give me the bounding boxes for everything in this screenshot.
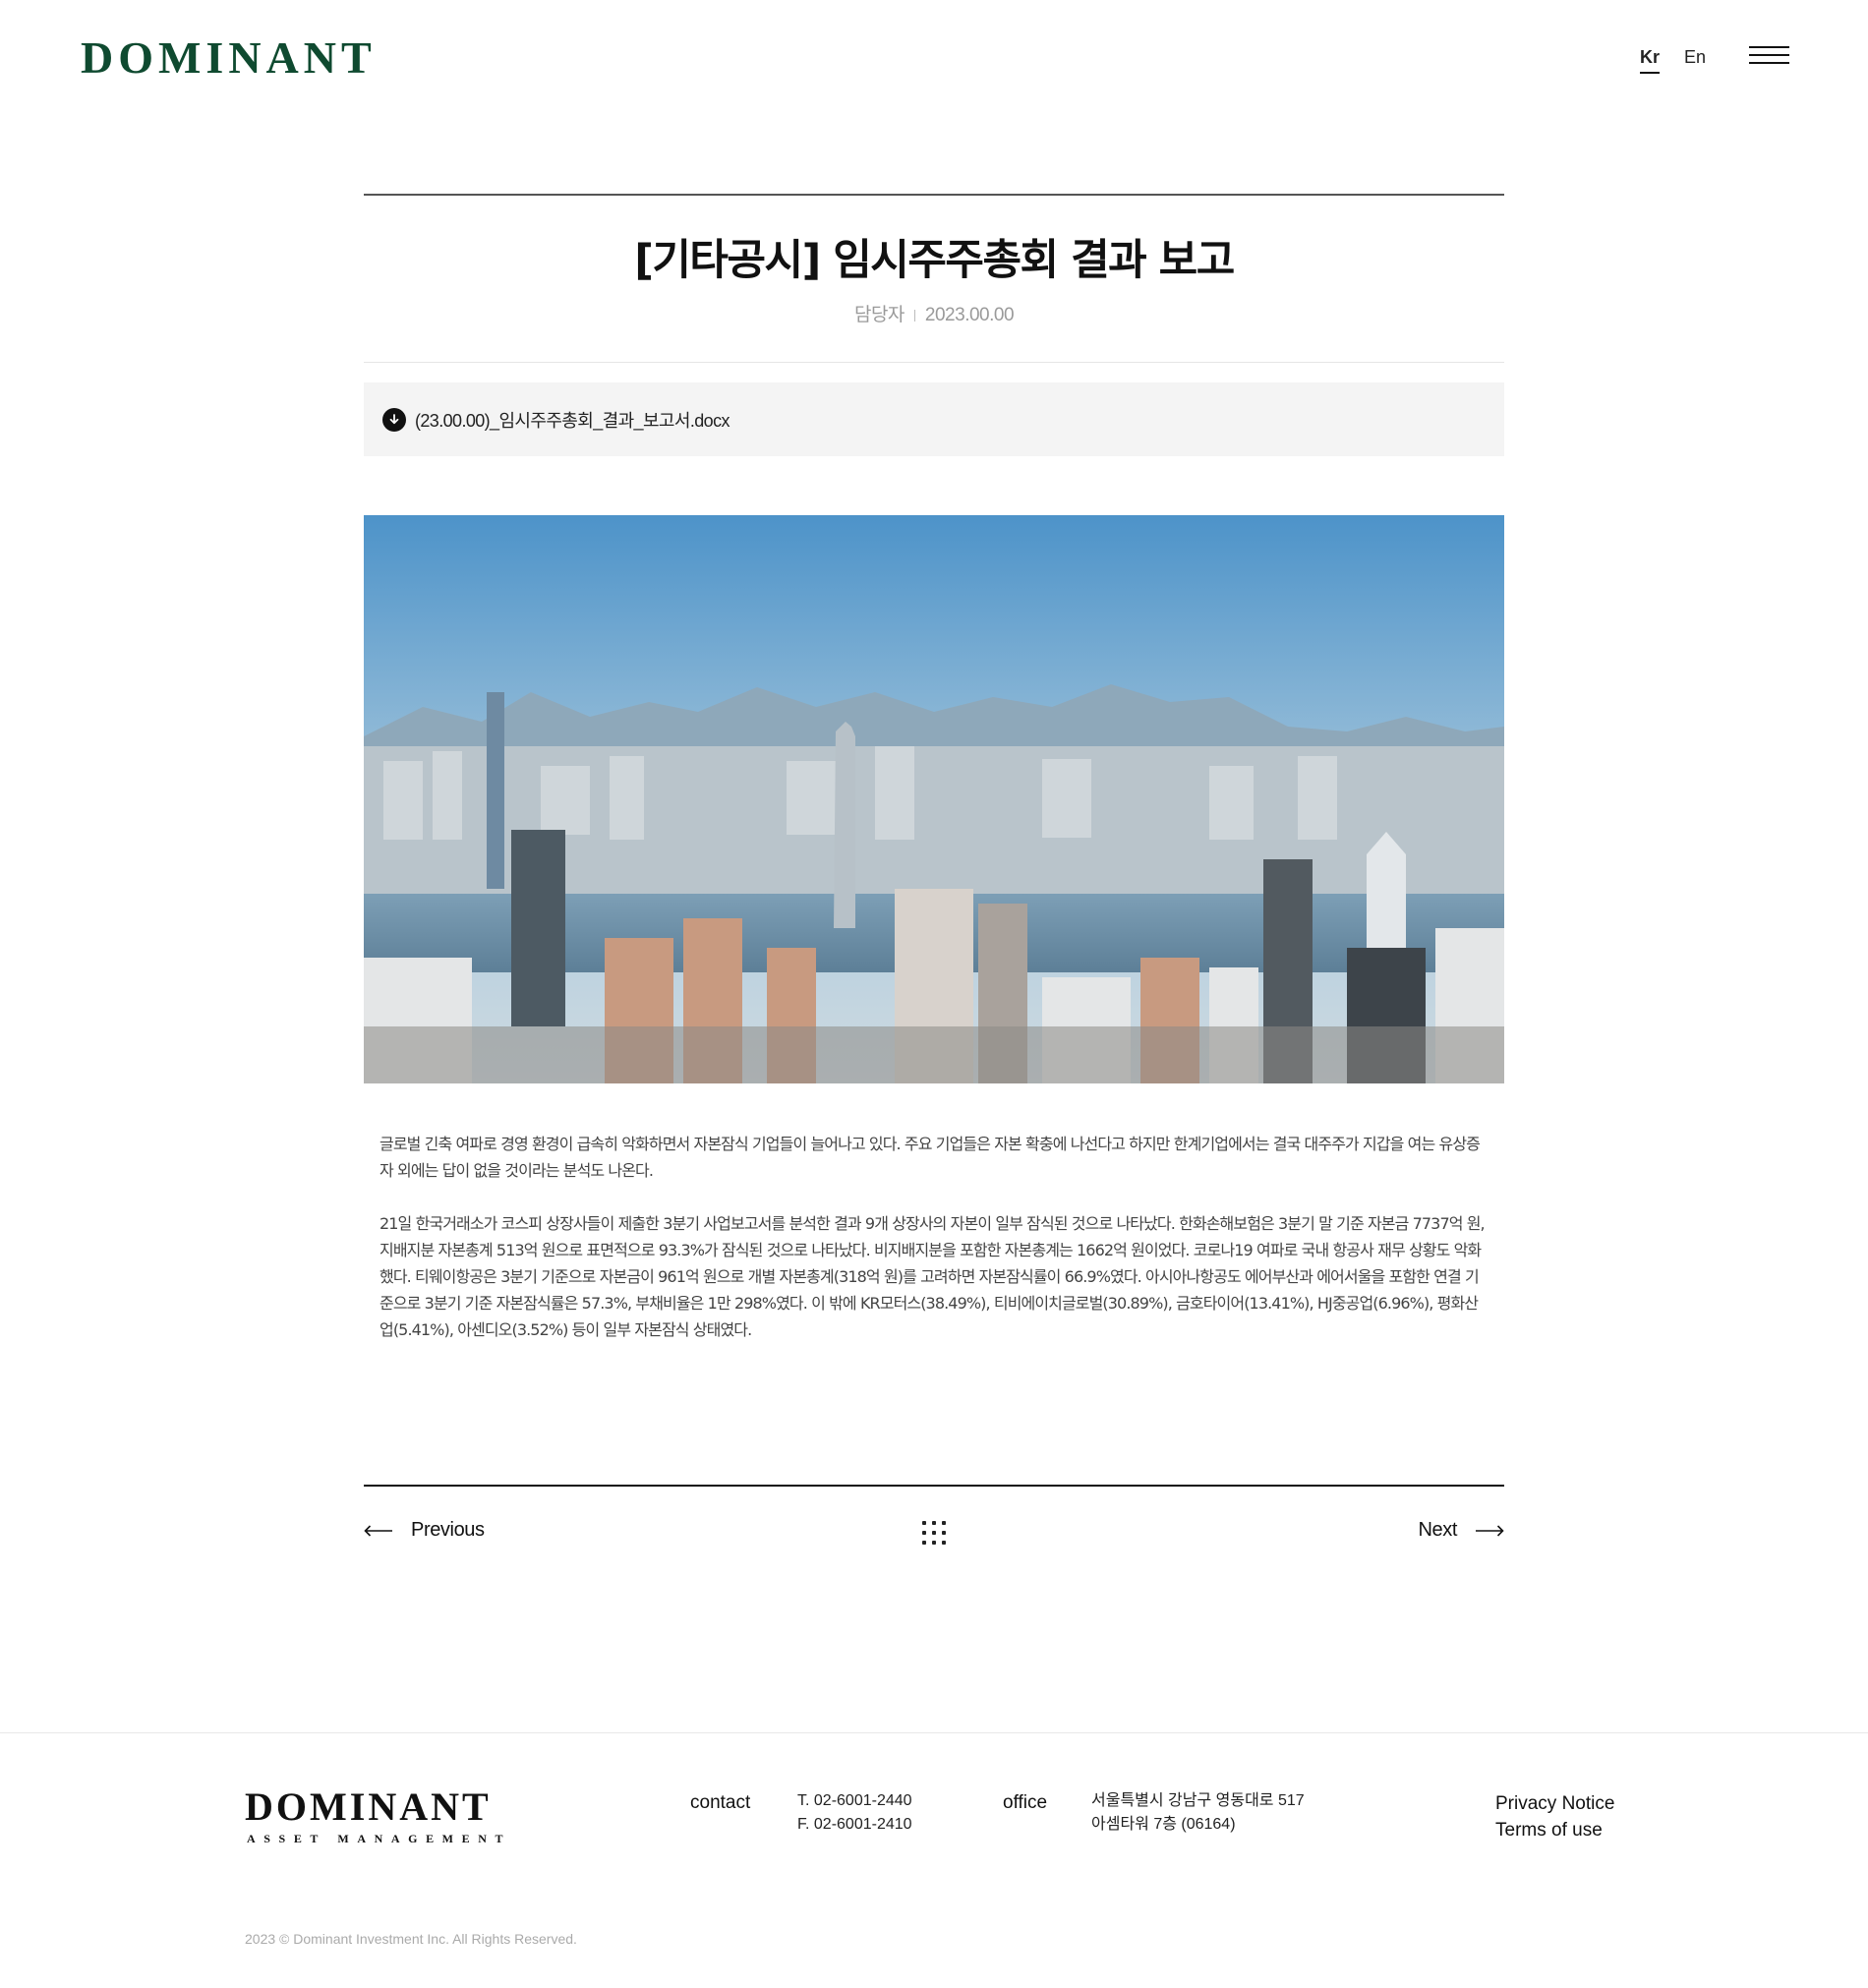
- attachment-filename-link[interactable]: (23.00.00)_임시주주총회_결과_보고서.docx: [415, 407, 730, 433]
- terms-of-use-link[interactable]: Terms of use: [1495, 1817, 1614, 1843]
- article-paragraph-1: 글로벌 긴축 여파로 경영 환경이 급속히 악화하면서 자본잠식 기업들이 늘어…: [379, 1135, 1481, 1180]
- post-navigation: Previous Next: [364, 1485, 1504, 1563]
- footer-fax: F. 02-6001-2410: [797, 1816, 912, 1833]
- article-author: 담당자: [853, 305, 905, 325]
- footer-links: Privacy Notice Terms of use: [1495, 1790, 1614, 1843]
- article-body: 글로벌 긴축 여파로 경영 환경이 급속히 악화하면서 자본잠식 기업들이 늘어…: [364, 1131, 1504, 1343]
- site-footer: DOMINANT ASSET MANAGEMENT contact T. 02-…: [0, 1732, 1868, 1988]
- lang-kr-link[interactable]: Kr: [1640, 47, 1661, 74]
- article-title: [기타공시] 임시주주총회 결과 보고: [634, 236, 1235, 285]
- copyright-text: 2023 © Dominant Investment Inc. All Righ…: [245, 1931, 577, 1947]
- footer-contact-label: contact: [690, 1792, 751, 1813]
- article-image: [364, 515, 1504, 1083]
- article: [기타공시] 임시주주총회 결과 보고 담당자 2023.00.00 (23.00…: [364, 194, 1504, 1343]
- lang-en-link[interactable]: En: [1684, 47, 1706, 68]
- hamburger-menu-icon[interactable]: [1749, 46, 1789, 66]
- next-button[interactable]: Next: [1418, 1519, 1504, 1542]
- site-logo[interactable]: DOMINANT: [81, 33, 377, 83]
- grid-list-icon[interactable]: [922, 1521, 946, 1545]
- article-meta: 담당자 2023.00.00: [364, 300, 1504, 326]
- next-label: Next: [1418, 1519, 1457, 1541]
- previous-button[interactable]: Previous: [364, 1519, 485, 1542]
- article-paragraph-2: 21일 한국거래소가 코스피 상장사들이 제출한 3분기 사업보고서를 분석한 …: [379, 1214, 1486, 1339]
- footer-logo-subtitle: ASSET MANAGEMENT: [247, 1832, 512, 1845]
- download-icon[interactable]: [382, 407, 406, 432]
- article-top-divider: [364, 194, 1504, 196]
- previous-label: Previous: [411, 1519, 485, 1541]
- footer-logo[interactable]: DOMINANT: [245, 1786, 492, 1828]
- footer-address: 서울특별시 강남구 영동대로 517 아셈타워 7층 (06164): [1091, 1789, 1305, 1837]
- footer-address-line1: 서울특별시 강남구 영동대로 517: [1091, 1792, 1305, 1809]
- footer-address-line2: 아셈타워 7층 (06164): [1091, 1816, 1236, 1833]
- article-date: 2023.00.00: [924, 305, 1015, 325]
- site-header: DOMINANT Kr En: [0, 0, 1868, 118]
- footer-office-label: office: [1003, 1792, 1048, 1813]
- footer-contact-values: T. 02-6001-2440 F. 02-6001-2410: [797, 1789, 912, 1837]
- footer-tel: T. 02-6001-2440: [797, 1792, 912, 1809]
- arrow-left-icon: [364, 1524, 392, 1537]
- arrow-right-icon: [1476, 1524, 1504, 1537]
- attachment-bar: (23.00.00)_임시주주총회_결과_보고서.docx: [364, 382, 1504, 456]
- meta-divider: [364, 362, 1504, 363]
- privacy-notice-link[interactable]: Privacy Notice: [1495, 1790, 1614, 1817]
- meta-separator: [913, 309, 915, 322]
